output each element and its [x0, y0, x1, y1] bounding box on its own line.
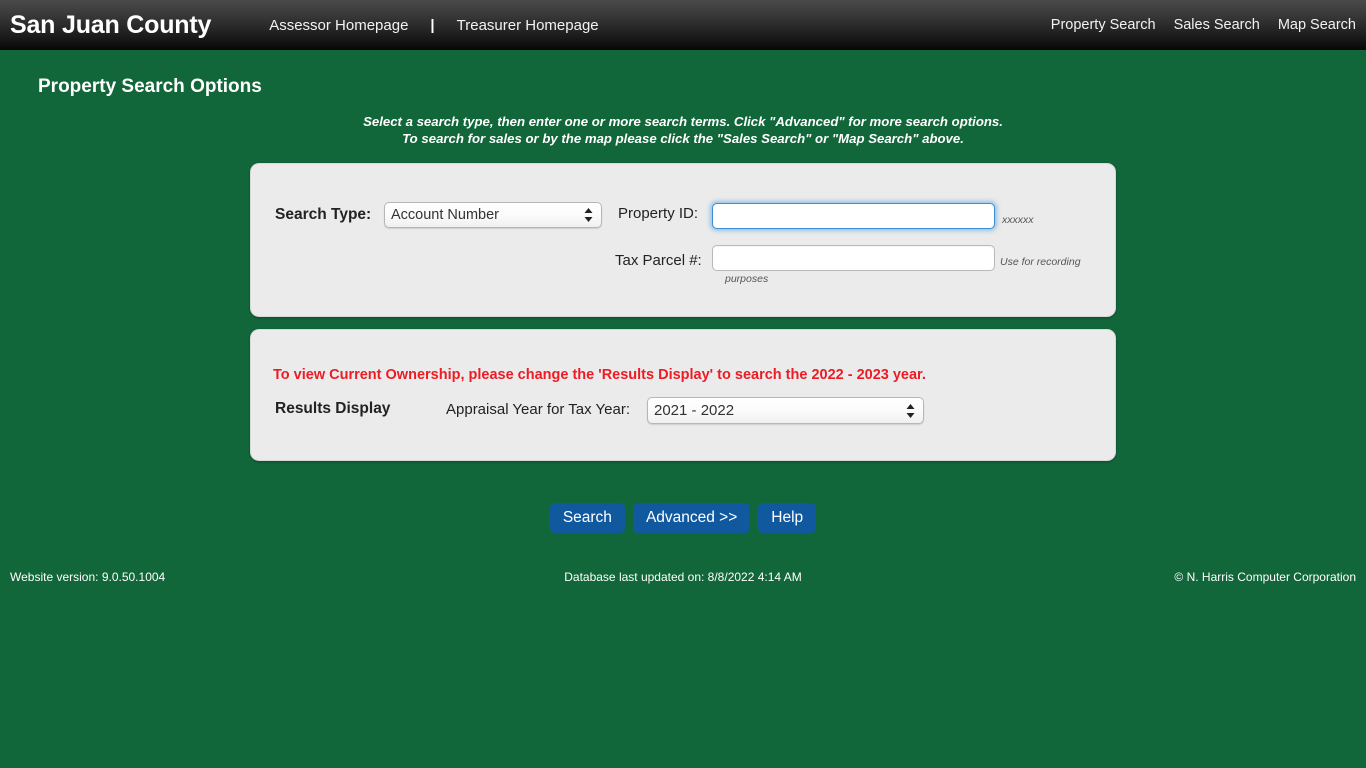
appraisal-year-label: Appraisal Year for Tax Year:	[446, 401, 631, 418]
property-id-input[interactable]	[712, 203, 995, 229]
search-criteria-panel: Search Type: Account Number Property ID:…	[250, 163, 1116, 317]
tax-parcel-hint-line-2: purposes	[725, 273, 769, 285]
property-id-hint: xxxxxx	[1002, 214, 1034, 226]
database-updated-text: Database last updated on: 8/8/2022 4:14 …	[564, 570, 802, 584]
ownership-warning-text: To view Current Ownership, please change…	[273, 367, 926, 383]
page-footer: Website version: 9.0.50.1004 Database la…	[0, 570, 1366, 588]
search-button[interactable]: Search	[549, 503, 625, 533]
search-type-select-wrapper[interactable]: Account Number	[384, 202, 602, 228]
nav-separator: |	[430, 16, 435, 34]
action-button-row: Search Advanced >> Help	[0, 503, 1366, 533]
site-brand: San Juan County	[10, 10, 212, 39]
nav-link-treasurer-homepage[interactable]: Treasurer Homepage	[457, 17, 599, 34]
property-id-label: Property ID:	[618, 205, 699, 222]
help-button[interactable]: Help	[758, 503, 817, 533]
search-type-select[interactable]: Account Number	[384, 202, 602, 228]
header-nav-right: Property Search Sales Search Map Search	[1051, 0, 1356, 50]
appraisal-year-select-wrapper[interactable]: 2021 - 2022	[647, 397, 924, 424]
site-header: San Juan County Assessor Homepage | Trea…	[0, 0, 1366, 50]
search-type-label: Search Type:	[275, 206, 372, 223]
results-display-panel: To view Current Ownership, please change…	[250, 329, 1116, 461]
tax-parcel-input[interactable]	[712, 245, 995, 271]
copyright-text: © N. Harris Computer Corporation	[1174, 570, 1356, 584]
instructions-line-2: To search for sales or by the map please…	[402, 131, 964, 146]
tax-parcel-hint-line-1: Use for recording	[1000, 256, 1081, 268]
tax-parcel-label: Tax Parcel #:	[615, 252, 702, 269]
nav-link-assessor-homepage[interactable]: Assessor Homepage	[269, 17, 408, 34]
tax-parcel-hint: Use for recording purposes	[725, 254, 1086, 285]
nav-link-property-search[interactable]: Property Search	[1051, 17, 1156, 33]
header-nav-left: Assessor Homepage | Treasurer Homepage	[269, 17, 598, 34]
instructions-line-1: Select a search type, then enter one or …	[363, 114, 1003, 129]
instructions: Select a search type, then enter one or …	[0, 113, 1366, 147]
appraisal-year-select[interactable]: 2021 - 2022	[647, 397, 924, 424]
nav-link-sales-search[interactable]: Sales Search	[1174, 17, 1260, 33]
nav-link-map-search[interactable]: Map Search	[1278, 17, 1356, 33]
results-display-label: Results Display	[275, 400, 391, 417]
page-title: Property Search Options	[38, 76, 262, 97]
advanced-button[interactable]: Advanced >>	[632, 503, 751, 533]
